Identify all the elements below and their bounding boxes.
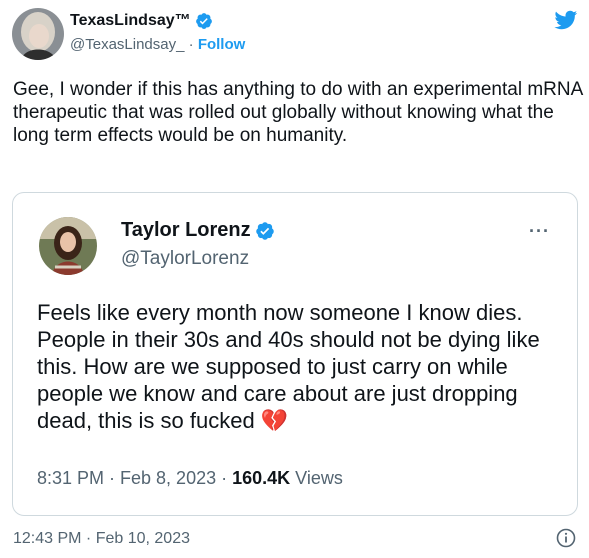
author-handle[interactable]: @TexasLindsay_ — [70, 36, 184, 53]
broken-heart-emoji: 💔 — [260, 408, 289, 433]
author-avatar[interactable] — [12, 8, 64, 60]
quoted-tweet-card[interactable]: Taylor Lorenz @TaylorLorenz ··· Feels li… — [12, 192, 578, 516]
tweet-text: Gee, I wonder if this has anything to do… — [13, 79, 583, 146]
twitter-bird-icon[interactable] — [552, 8, 579, 32]
quoted-author-name-row[interactable]: Taylor Lorenz — [121, 219, 275, 242]
views-count: 160.4K — [232, 468, 291, 488]
quoted-author-avatar[interactable] — [39, 217, 97, 275]
author-name[interactable]: TexasLindsay™ — [70, 12, 191, 30]
author-handle-row: @TexasLindsay_ · Follow — [70, 36, 245, 53]
quoted-author-handle[interactable]: @TaylorLorenz — [121, 248, 249, 270]
quoted-author-name[interactable]: Taylor Lorenz — [121, 219, 251, 242]
follow-button[interactable]: Follow — [198, 36, 246, 53]
info-icon[interactable] — [556, 528, 576, 548]
verified-badge-icon — [195, 12, 213, 30]
verified-badge-icon — [255, 221, 275, 241]
tweet-timestamp[interactable]: 12:43 PM · Feb 10, 2023 — [13, 530, 190, 548]
author-name-row[interactable]: TexasLindsay™ — [70, 12, 213, 30]
views-label: Views — [290, 468, 343, 488]
quoted-tweet-body: Feels like every month now someone I kno… — [37, 300, 540, 433]
separator-dot: · — [188, 36, 194, 53]
quoted-tweet-meta: 8:31 PM · Feb 8, 2023 · 160.4K Views — [37, 468, 343, 489]
quoted-tweet-text: Feels like every month now someone I kno… — [37, 299, 557, 434]
more-dots-icon[interactable]: ··· — [529, 221, 550, 242]
quoted-tweet-time[interactable]: 8:31 PM · Feb 8, 2023 · — [37, 468, 232, 488]
